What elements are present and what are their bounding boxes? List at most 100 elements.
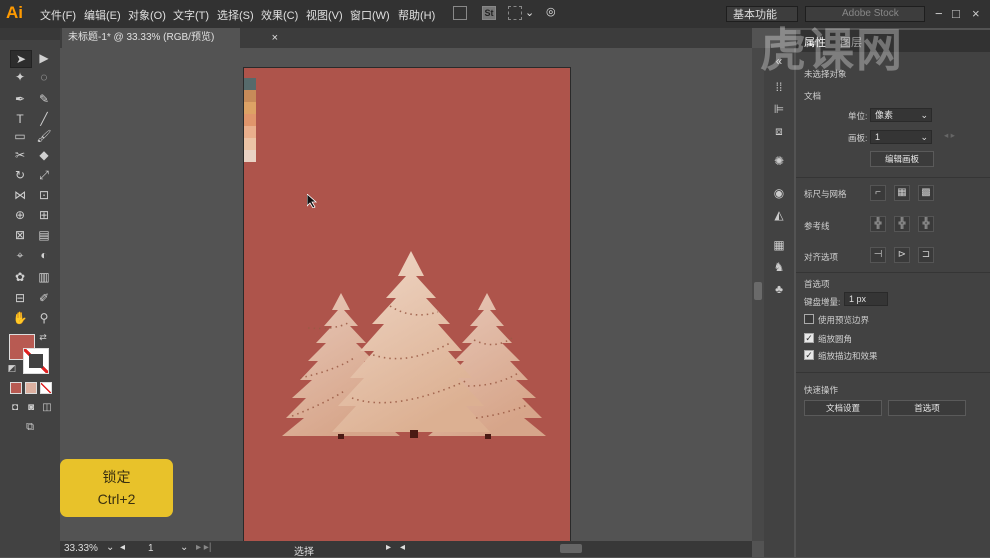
snap-to-pixel-icon[interactable]: ⊳ bbox=[894, 247, 910, 263]
next-artboard-icon[interactable]: ▸ ▸| bbox=[196, 542, 211, 553]
artboard[interactable] bbox=[243, 67, 571, 543]
document-setup-button[interactable]: 文档设置 bbox=[804, 400, 882, 416]
shape-builder-tool-icon[interactable]: ⊕ bbox=[10, 207, 30, 223]
artboard-dropdown[interactable]: 1 ⌄ bbox=[870, 130, 932, 144]
menu-edit[interactable]: 编辑(E) bbox=[84, 7, 121, 23]
bridge-icon[interactable] bbox=[453, 6, 467, 20]
minimize-icon[interactable]: − bbox=[935, 6, 943, 21]
close-tab-icon[interactable]: × bbox=[272, 28, 278, 48]
magic-wand-tool-icon[interactable]: ✦ bbox=[10, 69, 30, 85]
units-dropdown[interactable]: 像素 ⌄ bbox=[870, 108, 932, 122]
transform-icon[interactable]: ⁞⁞ bbox=[772, 80, 786, 94]
color-guide-icon[interactable]: ✺ bbox=[772, 154, 786, 168]
screen-mode-icon[interactable]: ⧉ bbox=[20, 419, 40, 435]
transparency-grid-icon[interactable]: ▩ bbox=[918, 185, 934, 201]
zoom-dropdown-icon[interactable]: ⌄ bbox=[106, 542, 114, 553]
menu-help[interactable]: 帮助(H) bbox=[398, 7, 435, 23]
eraser-tool-icon[interactable]: ◆ bbox=[34, 147, 54, 163]
scale-corners-checkbox[interactable]: ✓ bbox=[804, 333, 814, 343]
pathfinder-icon[interactable]: ⧈ bbox=[772, 124, 786, 138]
use-preview-bounds-checkbox[interactable] bbox=[804, 314, 814, 324]
draw-behind-icon[interactable]: ◙ bbox=[24, 400, 38, 414]
color-mode-button[interactable] bbox=[10, 382, 22, 394]
rectangle-tool-icon[interactable]: ▭ bbox=[10, 128, 30, 144]
stroke-color-swatch[interactable] bbox=[23, 348, 49, 374]
lock-guides-icon[interactable]: ╬ bbox=[894, 216, 910, 232]
menu-view[interactable]: 视图(V) bbox=[306, 7, 343, 23]
document-tab[interactable]: 未标题-1* @ 33.33% (RGB/预览) × bbox=[62, 28, 278, 48]
status-menu-arrow-icon[interactable]: ▸ bbox=[386, 542, 391, 553]
scroll-thumb[interactable] bbox=[754, 282, 762, 300]
close-window-icon[interactable]: × bbox=[972, 6, 980, 21]
menu-file[interactable]: 文件(F) bbox=[40, 7, 76, 23]
type-tool-icon[interactable]: T bbox=[10, 111, 30, 127]
none-mode-button[interactable] bbox=[40, 382, 52, 394]
vertical-scrollbar[interactable] bbox=[752, 48, 764, 541]
blend-tool-icon[interactable]: ◐ bbox=[34, 247, 54, 263]
ruler-icon[interactable]: ⌐ bbox=[870, 185, 886, 201]
hand-tool-icon[interactable]: ✋ bbox=[10, 310, 30, 326]
gradient-mode-button[interactable] bbox=[25, 382, 37, 394]
arrange-documents-icon[interactable] bbox=[508, 6, 522, 20]
preferences-button[interactable]: 首选项 bbox=[888, 400, 966, 416]
swap-fill-stroke-icon[interactable]: ⇄ bbox=[37, 331, 49, 343]
snap-to-point-icon[interactable]: ⊣ bbox=[870, 247, 886, 263]
menu-select[interactable]: 选择(S) bbox=[217, 7, 254, 23]
gpu-performance-icon[interactable]: ◎ bbox=[546, 5, 556, 18]
edit-artboard-button[interactable]: 编辑画板 bbox=[870, 151, 934, 167]
eyedropper-tool-icon[interactable]: ⌖ bbox=[10, 247, 30, 263]
lasso-tool-icon[interactable]: ◌ bbox=[34, 69, 54, 85]
menu-window[interactable]: 窗口(W) bbox=[350, 7, 390, 23]
default-fill-stroke-icon[interactable]: ◩ bbox=[6, 362, 18, 374]
paintbrush-tool-icon[interactable]: 🖌 bbox=[34, 128, 54, 144]
grid-icon[interactable]: ▦ bbox=[894, 185, 910, 201]
stock-icon[interactable]: St bbox=[482, 6, 496, 20]
guides-icon[interactable]: ╬ bbox=[870, 216, 886, 232]
zoom-tool-icon[interactable]: ⚲ bbox=[34, 310, 54, 326]
rotate-tool-icon[interactable]: ↻ bbox=[10, 167, 30, 183]
selection-tool-icon[interactable]: ➤ bbox=[10, 50, 32, 68]
scale-strokes-effects-checkbox[interactable]: ✓ bbox=[804, 350, 814, 360]
zoom-level[interactable]: 33.33% bbox=[64, 543, 98, 554]
menu-effect[interactable]: 效果(C) bbox=[261, 7, 298, 23]
artboard-number[interactable]: 1 bbox=[148, 543, 154, 554]
smart-guides-icon[interactable]: ╬ bbox=[918, 216, 934, 232]
artboard-nav-arrows-icon[interactable]: ◂ ▸ bbox=[944, 130, 955, 141]
menu-object[interactable]: 对象(O) bbox=[128, 7, 166, 23]
scroll-left-icon[interactable]: ◂ bbox=[400, 542, 405, 553]
pen-tool-icon[interactable]: ✒ bbox=[10, 91, 30, 107]
width-tool-icon[interactable]: ⋈ bbox=[10, 187, 30, 203]
symbols-icon[interactable]: ♣ bbox=[772, 282, 786, 296]
column-graph-tool-icon[interactable]: ▥ bbox=[34, 269, 54, 285]
christmas-trees-illustration[interactable] bbox=[244, 68, 571, 543]
menu-type[interactable]: 文字(T) bbox=[173, 7, 209, 23]
curvature-tool-icon[interactable]: ✎ bbox=[34, 91, 54, 107]
artboard-tool-icon[interactable]: ⊟ bbox=[10, 290, 30, 306]
slice-tool-icon[interactable]: ✐ bbox=[34, 290, 54, 306]
snap-to-grid-icon[interactable]: ⊐ bbox=[918, 247, 934, 263]
line-tool-icon[interactable]: ╱ bbox=[34, 111, 54, 127]
prev-artboard-icon[interactable]: ◂ bbox=[120, 542, 125, 553]
gradient-tool-icon[interactable]: ▤ bbox=[34, 227, 54, 243]
draw-inside-icon[interactable]: ◫ bbox=[40, 400, 54, 414]
artboard-dropdown-icon[interactable]: ⌄ bbox=[180, 542, 188, 553]
align-icon[interactable]: ⊫ bbox=[772, 102, 786, 116]
shaper-tool-icon[interactable]: ✂ bbox=[10, 147, 30, 163]
mesh-tool-icon[interactable]: ⊠ bbox=[10, 227, 30, 243]
brushes-icon[interactable]: ♞ bbox=[772, 260, 786, 274]
maximize-icon[interactable]: □ bbox=[952, 6, 960, 21]
horizontal-scroll-thumb[interactable] bbox=[560, 544, 582, 553]
swatches-icon[interactable]: ▦ bbox=[772, 238, 786, 252]
draw-normal-icon[interactable]: ◘ bbox=[8, 400, 22, 414]
keyboard-increment-input[interactable]: 1 px bbox=[844, 292, 888, 306]
free-transform-tool-icon[interactable]: ⊡ bbox=[34, 187, 54, 203]
appearance-icon[interactable]: ◉ bbox=[772, 186, 786, 200]
scale-tool-icon[interactable]: ⤢ bbox=[34, 167, 54, 183]
graphic-styles-icon[interactable]: ◭ bbox=[772, 208, 786, 222]
panel-icon-strip: « ⁞⁞ ⊫ ⧈ ✺ ◉ ◭ ▦ ♞ ♣ bbox=[764, 48, 794, 557]
chevron-down-icon[interactable]: ⌄ bbox=[525, 6, 534, 19]
perspective-grid-tool-icon[interactable]: ⊞ bbox=[34, 207, 54, 223]
direct-selection-tool-icon[interactable]: ▶ bbox=[34, 50, 54, 66]
symbol-sprayer-tool-icon[interactable]: ✿ bbox=[10, 269, 30, 285]
toolbar-grip[interactable] bbox=[0, 28, 60, 40]
